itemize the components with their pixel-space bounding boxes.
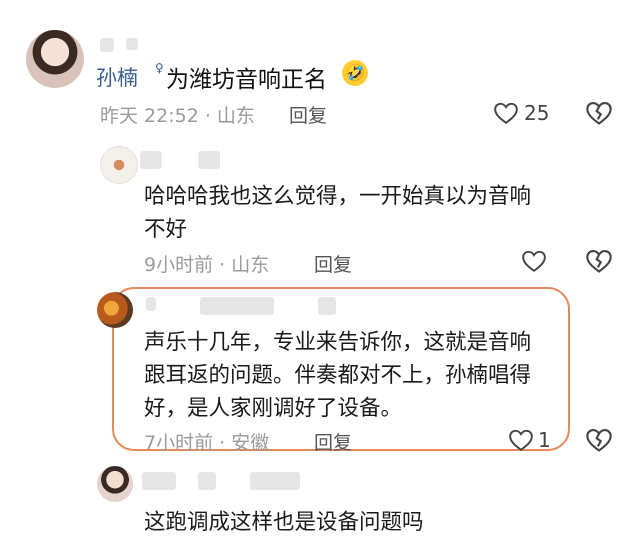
blurred-name: [198, 151, 220, 169]
laughing-emoji-icon: 🤣: [342, 60, 368, 86]
blurred-name: [318, 297, 336, 315]
avatar[interactable]: [97, 292, 133, 328]
comment-meta: 9小时前 · 山东: [144, 254, 270, 276]
avatar[interactable]: [26, 30, 84, 88]
reply-button[interactable]: 回复: [314, 250, 352, 277]
comment-meta: 7小时前 · 安徽: [144, 432, 270, 454]
comment-text-line: 不好: [144, 217, 188, 242]
comment-text-line: 跟耳返的问题。伴奏都对不上，孙楠唱得: [144, 363, 532, 388]
blurred-name: [146, 297, 156, 311]
blurred-name: [100, 38, 114, 52]
comment-meta: 昨天 22:52 · 山东: [100, 105, 255, 127]
blurred-name: [126, 38, 138, 50]
dislike-broken-heart-icon[interactable]: [585, 248, 613, 274]
avatar[interactable]: [97, 466, 133, 502]
like-heart-icon[interactable]: [493, 101, 519, 125]
dislike-broken-heart-icon[interactable]: [585, 100, 613, 126]
username[interactable]: 孙楠: [96, 62, 138, 92]
blurred-name: [198, 472, 216, 490]
comment-text-line: 声乐十几年，专业来告诉你，这就是音响: [144, 330, 532, 355]
blurred-name: [140, 151, 162, 169]
dislike-broken-heart-icon[interactable]: [585, 427, 613, 453]
comment-text-line: 这跑调成这样也是设备问题吗: [144, 510, 424, 535]
avatar[interactable]: [100, 146, 138, 184]
blurred-name: [200, 297, 274, 315]
like-count: 1: [538, 428, 551, 452]
comment-text: 为潍坊音响正名: [166, 67, 327, 93]
comment-text-line: 好，是人家刚调好了设备。: [144, 396, 403, 421]
like-heart-icon[interactable]: [508, 428, 534, 452]
verify-icon: ♀: [155, 61, 164, 75]
comment-text-line: 哈哈哈我也这么觉得，一开始真以为音响: [144, 184, 532, 209]
reply-button[interactable]: 回复: [314, 428, 352, 455]
reply-button[interactable]: 回复: [289, 101, 327, 128]
blurred-name: [250, 472, 300, 490]
blurred-name: [142, 472, 176, 490]
like-count: 25: [524, 101, 550, 125]
like-heart-icon[interactable]: [521, 249, 547, 273]
